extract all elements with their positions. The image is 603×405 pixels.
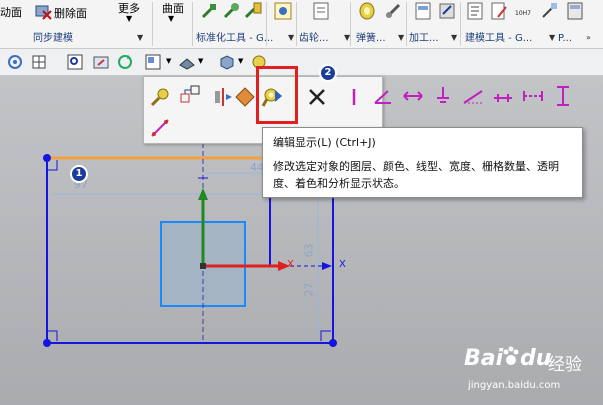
origin-point — [200, 263, 206, 269]
x-axis-label: X — [287, 259, 294, 270]
chain-dim-icon[interactable] — [492, 85, 514, 107]
sketch-vertex — [43, 339, 51, 347]
vertical-constraint-icon[interactable] — [343, 86, 365, 108]
sketch-vertex — [43, 154, 51, 162]
vertical-extent-icon[interactable] — [552, 85, 574, 107]
x-axis-extension-arrowhead — [322, 262, 332, 270]
horizontal-dim-icon[interactable] — [402, 85, 424, 107]
watermark-url: jingyan.baidu.com — [468, 380, 561, 391]
point-constraint-icon[interactable] — [149, 117, 171, 139]
watermark-brand: Bai — [464, 346, 504, 371]
move-object-icon[interactable] — [179, 84, 201, 106]
ground-constraint-icon[interactable] — [432, 85, 454, 107]
sketch-vertex — [329, 339, 337, 347]
paw-icon — [503, 346, 519, 365]
step-badge-2: 2 — [319, 64, 337, 82]
edit-display-tooltip: 编辑显示(L) (Ctrl+J) 修改选定对象的图层、颜色、线型、宽度、栅格数量… — [262, 127, 583, 198]
baidu-watermark: Bai du 经验 jingyan.baidu.com — [464, 342, 594, 402]
slope-dim-icon[interactable] — [462, 85, 484, 107]
watermark-brand-suffix: du — [520, 346, 552, 371]
perpendicular-marker — [320, 330, 331, 341]
dimension-27-label[interactable]: 27 — [303, 283, 316, 297]
angle-constraint-icon[interactable] — [372, 85, 394, 107]
x-axis-extension-label: X — [339, 259, 346, 270]
tooltip-description: 修改选定对象的图层、颜色、线型、宽度、栅格数量、透明度、着色和分析显示状态。 — [273, 160, 559, 190]
tooltip-title: 编辑显示(L) (Ctrl+J) — [273, 136, 376, 149]
constraint-toolbar-row — [370, 85, 603, 109]
watermark-jingyan: 经验 — [548, 355, 582, 375]
edit-display-highlight — [256, 66, 298, 124]
key-properties-icon[interactable] — [149, 86, 171, 108]
step-badge-1: 1 — [70, 165, 88, 183]
diamond-icon[interactable] — [234, 86, 256, 108]
dimension-63-label[interactable]: 63 — [303, 244, 316, 258]
horizontal-extent-icon[interactable] — [522, 85, 544, 107]
mirror-icon[interactable] — [212, 86, 234, 108]
delete-icon[interactable] — [306, 86, 328, 108]
